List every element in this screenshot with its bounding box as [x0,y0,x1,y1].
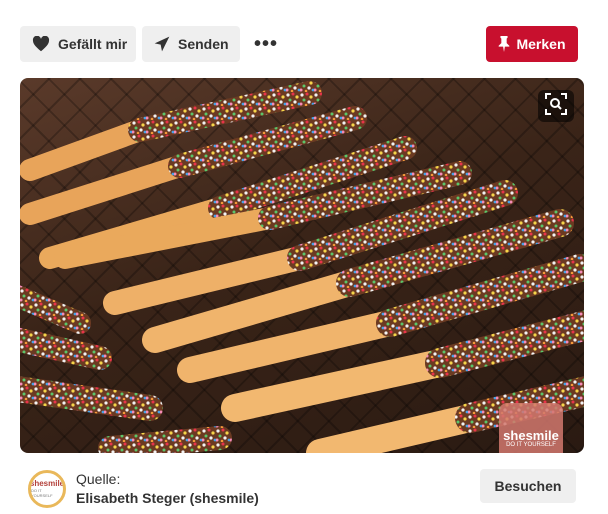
save-button[interactable]: Merken [486,26,578,62]
source-avatar[interactable]: shesmile DO IT YOURSELF [28,470,66,508]
save-label: Merken [516,36,566,52]
visit-button[interactable]: Besuchen [480,469,576,503]
send-button[interactable]: Senden [142,26,240,62]
heart-icon [32,36,50,52]
source-name-link[interactable]: Elisabeth Steger (shesmile) [76,490,259,506]
shesmile-watermark: shesmile DO IT YOURSELF [499,403,563,453]
like-button[interactable]: Gefällt mir [20,26,136,62]
source-label: Quelle: [76,471,121,487]
like-label: Gefällt mir [58,36,128,52]
pushpin-icon [498,36,510,52]
visual-search-button[interactable] [538,90,574,122]
more-options-button[interactable]: ••• [252,32,280,56]
pretzel-sticks-photo [20,81,584,453]
send-icon [154,36,170,52]
pin-image[interactable] [20,78,584,453]
visual-search-icon [545,92,567,120]
send-label: Senden [178,36,229,52]
